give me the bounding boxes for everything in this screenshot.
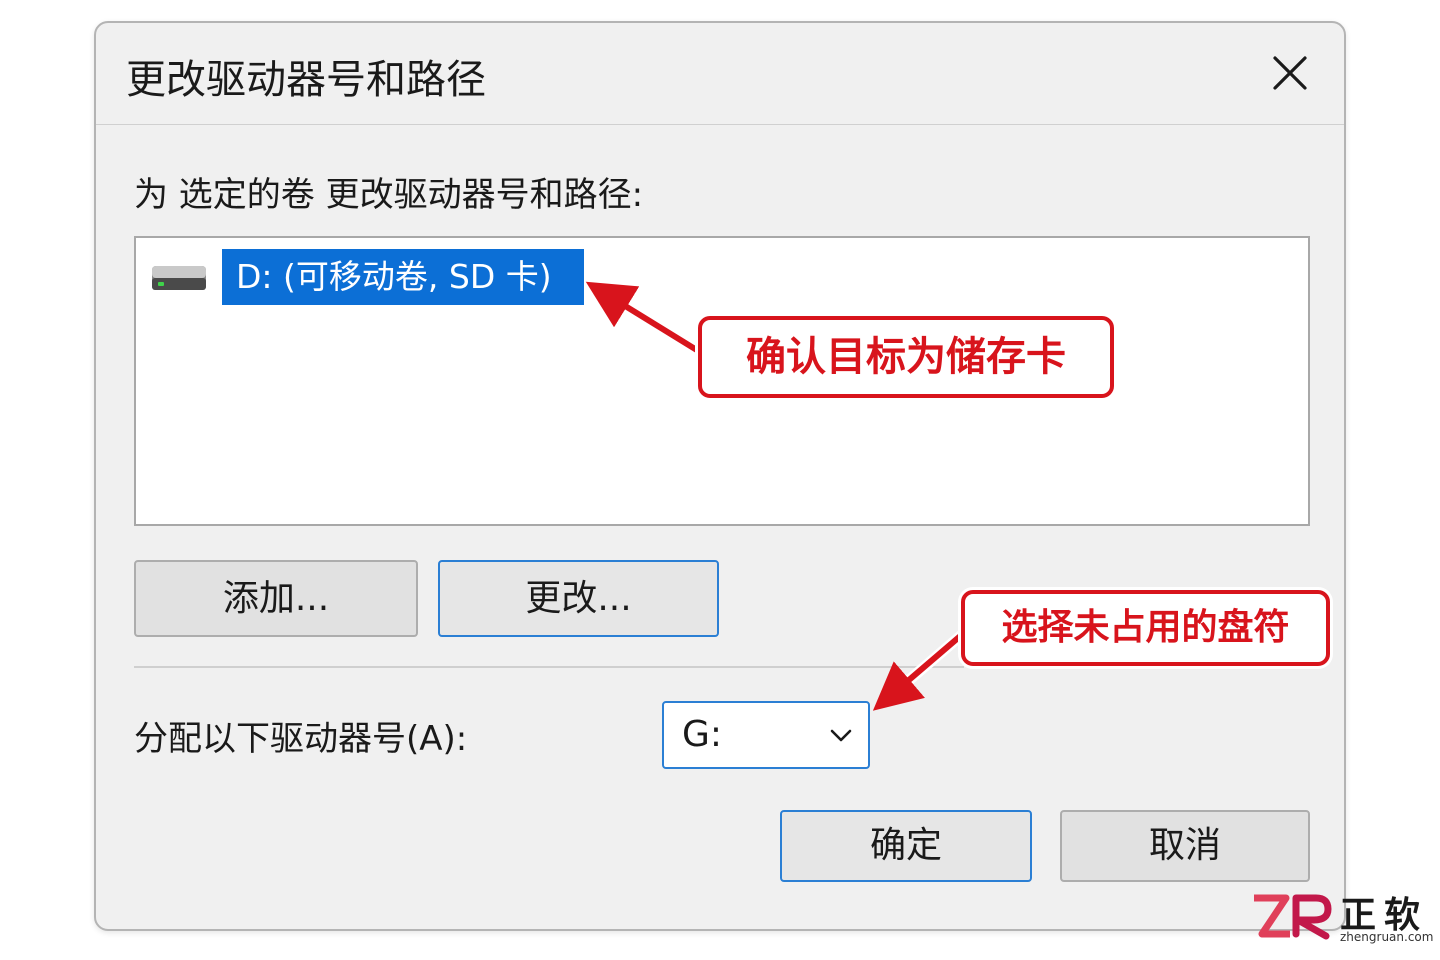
annotation-confirm-target: 确认目标为储存卡 (698, 316, 1114, 398)
instruction-text: 为 选定的卷 更改驱动器号和路径: (134, 175, 644, 215)
add-button[interactable]: 添加... (134, 560, 418, 637)
drive-letter-value: G: (682, 714, 723, 755)
cancel-button[interactable]: 取消 (1060, 810, 1310, 882)
close-icon (1273, 56, 1307, 90)
dialog-titlebar: 更改驱动器号和路径 (96, 23, 1344, 125)
drive-letter-dropdown[interactable]: G: (662, 701, 870, 769)
volume-label-selected: D: (可移动卷, SD 卡) (222, 249, 584, 305)
chevron-down-icon (828, 723, 854, 747)
assign-letter-label: 分配以下驱动器号(A): (134, 719, 468, 759)
ok-button[interactable]: 确定 (780, 810, 1032, 882)
removable-drive-icon (150, 260, 208, 294)
watermark-logo: 正软 zhengruan.com (1250, 888, 1434, 946)
zr-logo-icon (1250, 892, 1334, 940)
watermark-url: zhengruan.com (1340, 930, 1434, 944)
change-drive-letter-dialog: 更改驱动器号和路径 为 选定的卷 更改驱动器号和路径: D: (可移动卷, SD… (94, 21, 1346, 931)
annotation-choose-letter: 选择未占用的盘符 (961, 590, 1330, 666)
close-button[interactable] (1268, 51, 1312, 95)
volume-list-item[interactable]: D: (可移动卷, SD 卡) (150, 248, 584, 306)
change-button[interactable]: 更改... (438, 560, 719, 637)
dialog-title: 更改驱动器号和路径 (126, 57, 486, 103)
separator-line (134, 666, 964, 668)
